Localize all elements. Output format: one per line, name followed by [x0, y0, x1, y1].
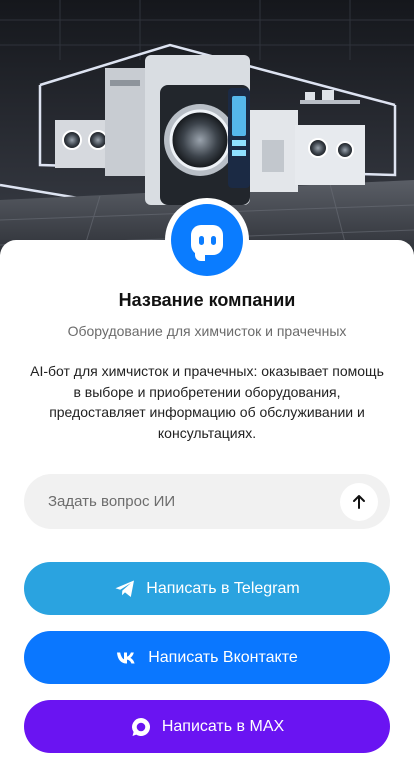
max-icon: [130, 716, 152, 738]
vk-button[interactable]: Написать Вконтакте: [24, 631, 390, 684]
chat-bot-icon: [171, 204, 243, 276]
ask-ai-input[interactable]: [24, 474, 340, 529]
vk-button-label: Написать Вконтакте: [148, 648, 298, 666]
arrow-up-icon: [353, 494, 365, 509]
company-subtitle: Оборудование для химчисток и прачечных: [67, 323, 347, 339]
telegram-button-label: Написать в Telegram: [146, 579, 300, 597]
company-description: AI-бот для химчисток и прачечных: оказыв…: [30, 363, 384, 441]
max-button-label: Написать в MAX: [161, 717, 285, 735]
avatar: [165, 198, 249, 282]
bubble-eye-left: [198, 235, 204, 245]
telegram-icon: [114, 579, 136, 599]
max-button[interactable]: Написать в MAX: [24, 700, 390, 753]
vk-icon: [116, 651, 138, 665]
ask-ai-field: [24, 474, 390, 529]
bubble-eye-right: [210, 235, 216, 245]
send-button[interactable]: [340, 482, 378, 521]
company-name: Название компании: [118, 290, 296, 310]
chat-bubble-icon: [191, 225, 223, 255]
telegram-button[interactable]: Написать в Telegram: [24, 562, 390, 615]
